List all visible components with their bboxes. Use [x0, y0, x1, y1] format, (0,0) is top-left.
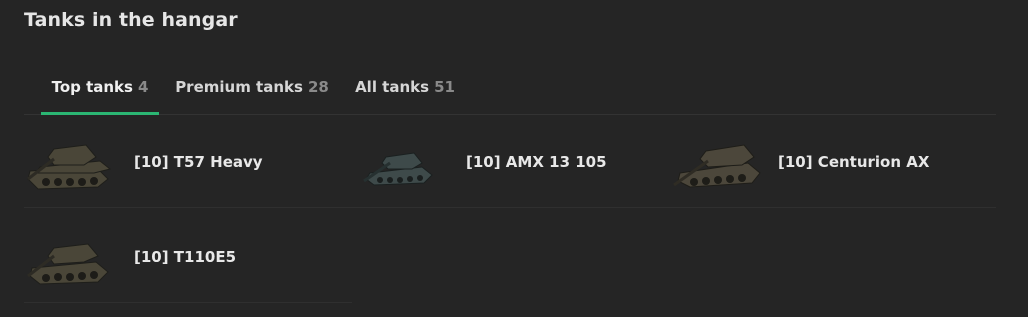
tank-item[interactable]: [10] T57 Heavy: [24, 117, 344, 207]
tank-name: [10] AMX 13 105: [466, 153, 607, 171]
tab-top-tanks[interactable]: Top tanks 4: [41, 60, 159, 115]
tab-count: 4: [137, 78, 149, 96]
tank-icon: [27, 144, 112, 190]
tank-item[interactable]: [10] AMX 13 105: [356, 117, 676, 207]
tab-label: All tanks: [355, 78, 430, 96]
tank-item[interactable]: [10] Centurion AX: [668, 117, 988, 207]
tab-label: Top tanks: [51, 78, 133, 96]
tab-count: 28: [307, 78, 329, 96]
tank-item[interactable]: [10] T110E5: [24, 212, 344, 302]
tank-name: [10] T57 Heavy: [134, 153, 263, 171]
page-title: Tanks in the hangar: [24, 9, 238, 31]
tab-bar: Top tanks 4 Premium tanks 28 All tanks 5…: [24, 60, 996, 115]
tank-row: [10] T110E5: [24, 212, 352, 303]
tab-count: 51: [434, 78, 455, 96]
tank-name: [10] T110E5: [134, 248, 237, 266]
tank-icon: [673, 144, 761, 188]
tab-all-tanks[interactable]: All tanks 51: [354, 60, 456, 114]
tank-icon: [363, 152, 433, 186]
tab-premium-tanks[interactable]: Premium tanks 28: [172, 60, 332, 114]
tank-icon: [27, 243, 109, 285]
tank-row: [10] T57 Heavy [10] AMX 13 105 [10] Cent…: [24, 117, 996, 208]
tab-label: Premium tanks: [175, 78, 303, 96]
tank-name: [10] Centurion AX: [778, 153, 930, 171]
